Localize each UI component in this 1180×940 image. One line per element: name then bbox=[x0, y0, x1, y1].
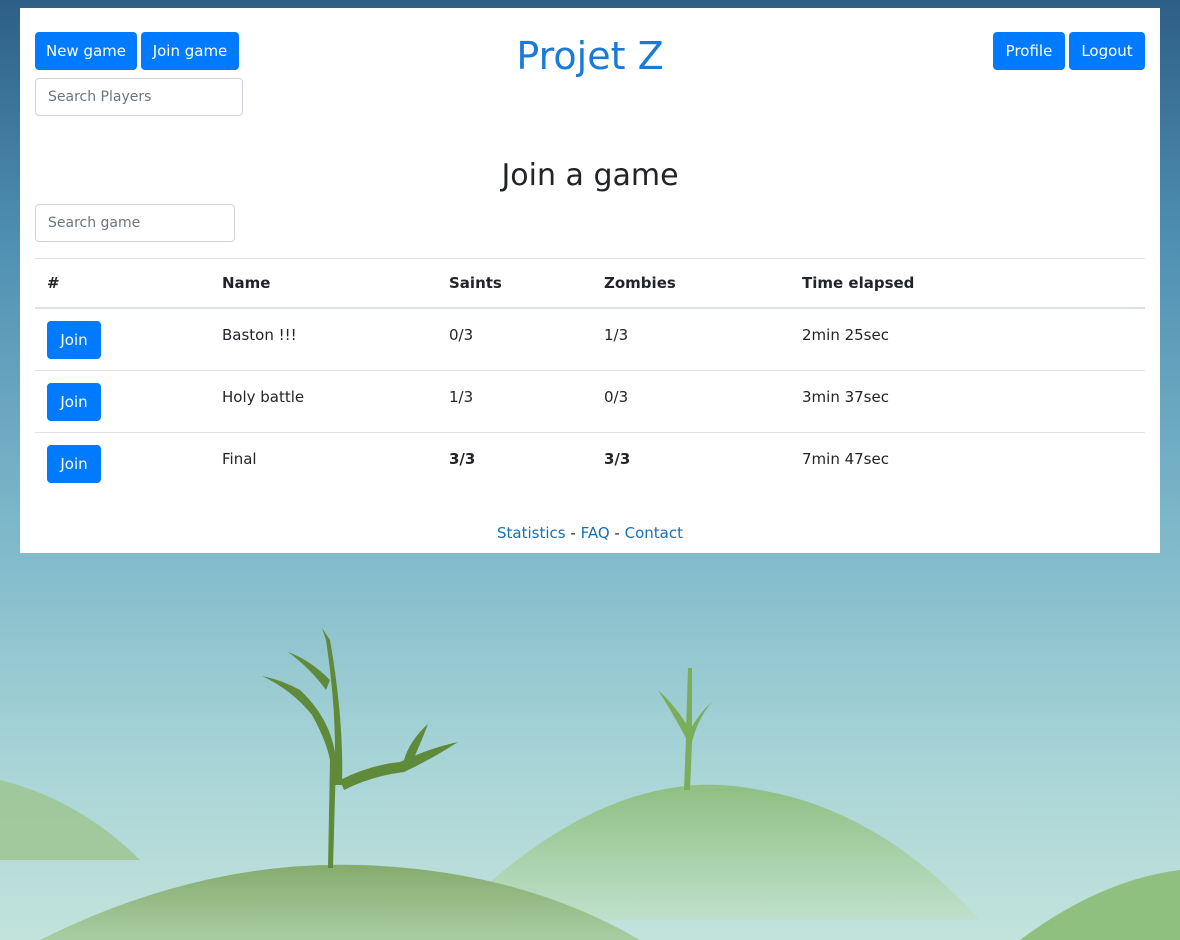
time-elapsed: 7min 47sec bbox=[790, 431, 1145, 494]
join-button[interactable]: Join bbox=[47, 321, 101, 359]
saints-count: 3/3 bbox=[437, 431, 592, 494]
zombies-count: 3/3 bbox=[592, 431, 790, 494]
column-header-time-elapsed: Time elapsed bbox=[790, 258, 1145, 309]
action-cell: Join bbox=[35, 369, 210, 432]
table-row: Join Holy battle 1/3 0/3 3min 37sec bbox=[35, 369, 1145, 432]
saints-count: 0/3 bbox=[449, 326, 474, 344]
column-header-zombies: Zombies bbox=[592, 258, 790, 309]
zombies-count: 0/3 bbox=[592, 369, 790, 432]
column-header-name: Name bbox=[210, 258, 437, 309]
join-button[interactable]: Join bbox=[47, 444, 101, 483]
game-name: Holy battle bbox=[210, 369, 437, 432]
search-game-input[interactable] bbox=[35, 204, 235, 242]
footer-separator: - bbox=[614, 524, 620, 542]
table-row: Join Final 3/3 3/3 7min 47sec bbox=[35, 431, 1145, 494]
table-header-row: # Name Saints Zombies Time elapsed bbox=[35, 258, 1145, 309]
main-panel: New game Join game Projet Z Profile Logo… bbox=[20, 8, 1160, 553]
saints-count: 1/3 bbox=[437, 369, 592, 432]
game-name: Baston !!! bbox=[222, 326, 297, 344]
footer-link-contact[interactable]: Contact bbox=[625, 524, 683, 542]
time-elapsed: 3min 37sec bbox=[790, 369, 1145, 432]
zombies-count: 1/3 bbox=[604, 326, 629, 344]
footer-link-faq[interactable]: FAQ bbox=[581, 524, 610, 542]
profile-button[interactable]: Profile bbox=[993, 32, 1065, 70]
footer: Statistics - FAQ - Contact bbox=[20, 524, 1160, 542]
table-row: Join Baston !!! 0/3 1/3 2min 25sec bbox=[35, 308, 1145, 370]
brand-title: Projet Z bbox=[516, 34, 664, 78]
column-header-saints: Saints bbox=[437, 258, 592, 309]
action-cell: Join bbox=[35, 431, 210, 494]
action-cell: Join bbox=[35, 308, 210, 370]
games-table: # Name Saints Zombies Time elapsed Join … bbox=[35, 258, 1145, 494]
logout-button[interactable]: Logout bbox=[1069, 32, 1145, 70]
page-title: Join a game bbox=[501, 158, 679, 193]
footer-link-statistics[interactable]: Statistics bbox=[497, 524, 566, 542]
join-button[interactable]: Join bbox=[47, 382, 101, 421]
time-elapsed: 2min 25sec bbox=[802, 326, 889, 344]
search-players-input[interactable] bbox=[35, 78, 243, 116]
column-header-index: # bbox=[35, 258, 210, 309]
footer-separator: - bbox=[570, 524, 576, 542]
game-name: Final bbox=[210, 431, 437, 494]
